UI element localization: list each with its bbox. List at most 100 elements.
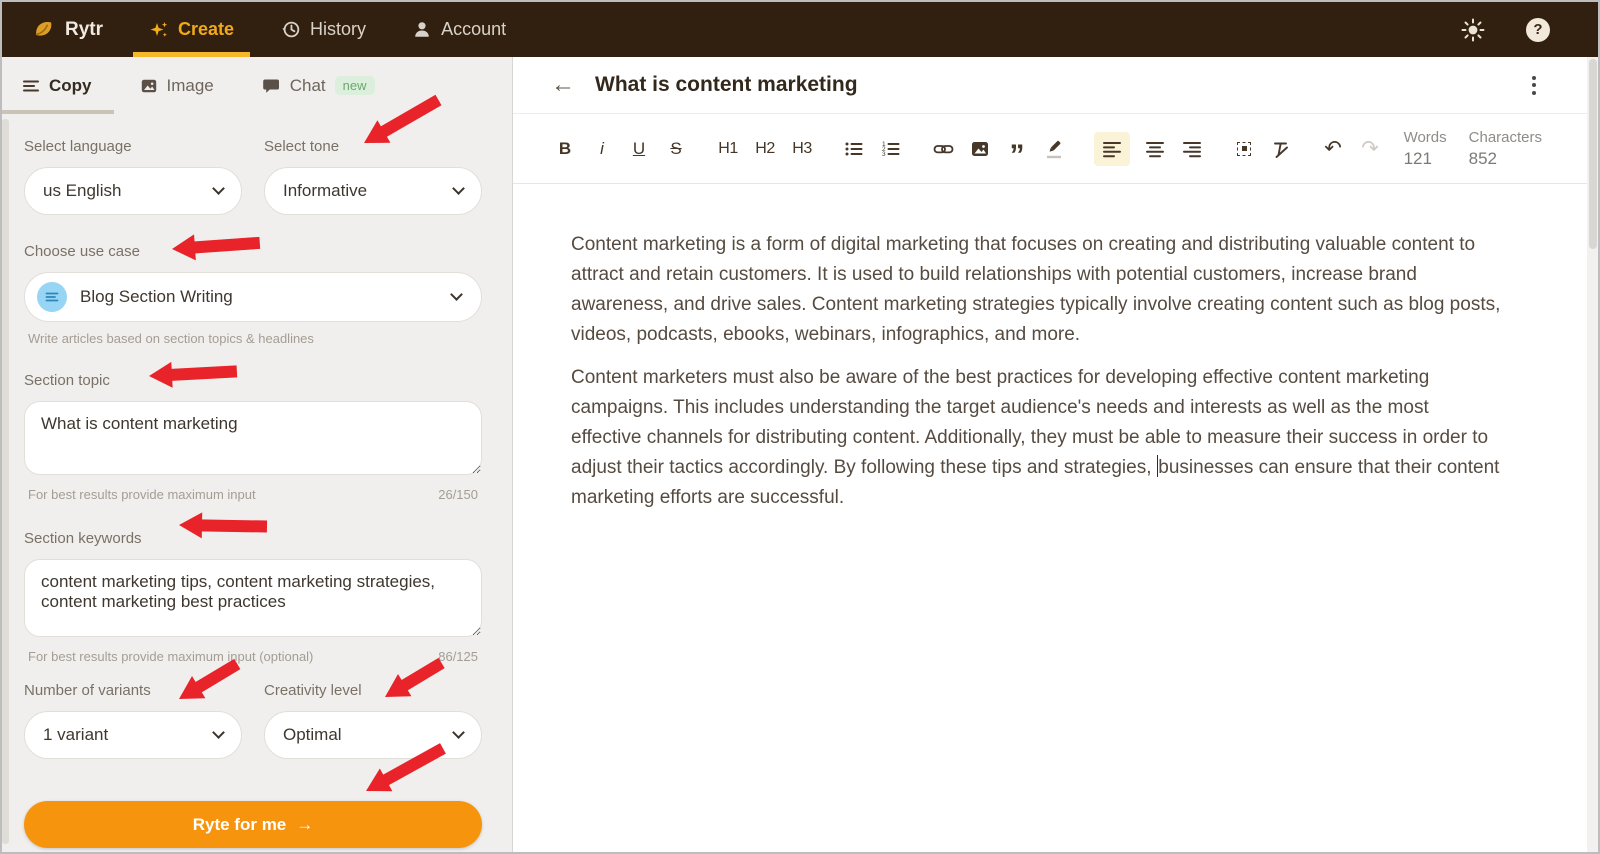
top-navbar: Rytr Create History Account ?: [2, 2, 1598, 57]
creativity-select[interactable]: Optimal: [264, 711, 482, 759]
nav-history-label: History: [310, 19, 367, 39]
redo-button[interactable]: ↷: [1358, 132, 1382, 166]
language-label: Select language: [24, 138, 132, 155]
topic-counter: 26/150: [438, 487, 478, 502]
generator-form: Select language us English Select tone I…: [2, 114, 512, 848]
image-icon: [140, 77, 158, 95]
editor-header: ← What is content marketing: [513, 57, 1598, 114]
language-select[interactable]: us English: [24, 167, 242, 215]
history-clock-icon: [280, 19, 301, 40]
ryte-for-me-button[interactable]: Ryte for me →: [24, 801, 482, 848]
tab-copy[interactable]: Copy: [22, 76, 92, 96]
creativity-value: Optimal: [283, 725, 342, 744]
tab-image-label: Image: [166, 75, 214, 95]
cta-label: Ryte for me: [192, 814, 287, 834]
chevron-down-icon: [212, 726, 225, 739]
chevron-down-icon: [452, 182, 465, 195]
back-button[interactable]: ←: [551, 73, 575, 97]
nav-item-history[interactable]: History: [280, 2, 366, 57]
sidebar-scrollbar[interactable]: [2, 119, 9, 844]
tone-value: Informative: [283, 181, 368, 200]
nav-item-create[interactable]: Create: [133, 2, 251, 57]
use-case-helper: Write articles based on section topics &…: [28, 331, 314, 346]
h3-button[interactable]: H3: [790, 132, 814, 166]
document-title: What is content marketing: [595, 73, 858, 96]
nav-create-label: Create: [178, 19, 235, 39]
kebab-menu-icon[interactable]: [1528, 72, 1540, 99]
select-all-button[interactable]: [1232, 132, 1256, 166]
paragraph-1: Content marketing is a form of digital m…: [571, 234, 1501, 345]
tone-select[interactable]: Informative: [264, 167, 482, 215]
help-button[interactable]: ?: [1526, 17, 1550, 42]
brand-home-link[interactable]: Rytr: [32, 2, 103, 57]
chevron-down-icon: [452, 726, 465, 739]
creativity-label: Creativity level: [264, 682, 362, 699]
text-lines-icon: [22, 77, 40, 95]
keywords-counter: 86/125: [438, 649, 478, 664]
ordered-list-button[interactable]: 123: [879, 132, 903, 166]
blockquote-button[interactable]: ”: [1005, 132, 1029, 170]
new-badge: new: [334, 76, 375, 95]
sparkles-icon: [149, 20, 169, 40]
editor-toolbar: B i U S H1 H2 H3 123 ” ↶ ↷ Words 121 Cha…: [513, 114, 1598, 184]
use-case-label: Choose use case: [24, 243, 140, 260]
bold-button[interactable]: B: [553, 132, 577, 166]
tone-label: Select tone: [264, 138, 340, 155]
text-color-pen-button[interactable]: [1042, 132, 1066, 166]
tab-image[interactable]: Image: [140, 76, 214, 96]
variants-label: Number of variants: [24, 682, 151, 699]
characters-count: 852: [1468, 148, 1498, 168]
editor-scrollbar[interactable]: [1587, 57, 1598, 852]
variants-select[interactable]: 1 variant: [24, 711, 242, 759]
underline-button[interactable]: U: [627, 132, 651, 166]
topic-input[interactable]: What is content marketing: [24, 401, 482, 475]
words-count: 121: [1403, 148, 1432, 168]
brand-name: Rytr: [65, 18, 104, 40]
topic-helper: For best results provide maximum input: [28, 487, 256, 502]
link-button[interactable]: [931, 132, 955, 166]
italic-button[interactable]: i: [590, 132, 614, 166]
variants-value: 1 variant: [43, 725, 109, 744]
align-center-button[interactable]: [1143, 132, 1167, 166]
align-right-button[interactable]: [1180, 132, 1204, 166]
insert-image-button[interactable]: [968, 132, 992, 166]
strikethrough-button[interactable]: S: [664, 132, 688, 166]
align-left-button[interactable]: [1094, 131, 1130, 166]
h2-button[interactable]: H2: [753, 132, 777, 166]
rytr-logo-icon: [32, 19, 56, 41]
svg-text:3: 3: [882, 151, 886, 158]
use-case-value: Blog Section Writing: [80, 287, 233, 306]
h1-button[interactable]: H1: [716, 132, 740, 166]
topic-label: Section topic: [24, 372, 110, 389]
tab-chat[interactable]: Chat new: [262, 76, 375, 96]
person-icon: [412, 20, 432, 40]
tab-copy-label: Copy: [49, 75, 92, 95]
clear-formatting-button[interactable]: [1269, 132, 1293, 166]
theme-toggle-sun-icon[interactable]: [1460, 17, 1486, 43]
editor-panel: ← What is content marketing B i U S H1 H…: [512, 57, 1598, 852]
document-stats: Words 121 Characters 852: [1404, 129, 1542, 169]
nav-account-label: Account: [441, 19, 507, 39]
bullet-list-button[interactable]: [842, 132, 866, 166]
arrow-right-icon: →: [296, 814, 314, 834]
help-glyph: ?: [1533, 21, 1543, 38]
nav-item-account[interactable]: Account: [412, 2, 506, 57]
chevron-down-icon: [212, 182, 225, 195]
sidebar: Copy Image Chat new Select language us E…: [2, 57, 512, 852]
sidebar-tabs: Copy Image Chat new: [2, 57, 512, 114]
paragraph-2: Content marketers must also be aware of …: [571, 367, 1500, 508]
language-value: us English: [43, 181, 122, 200]
keywords-helper: For best results provide maximum input (…: [28, 649, 314, 664]
editor-content[interactable]: Content marketing is a form of digital m…: [513, 184, 1598, 513]
scrollbar-thumb[interactable]: [1588, 59, 1597, 249]
undo-button[interactable]: ↶: [1321, 132, 1345, 166]
chat-bubble-icon: [262, 77, 281, 95]
use-case-select[interactable]: Blog Section Writing: [24, 272, 482, 322]
active-tab-underline: [2, 110, 114, 114]
characters-label: Characters: [1468, 128, 1542, 146]
keywords-label: Section keywords: [24, 530, 142, 547]
words-label: Words: [1403, 128, 1447, 146]
keywords-input[interactable]: content marketing tips, content marketin…: [24, 559, 482, 637]
app-window: Rytr Create History Account ? Copy Image…: [0, 0, 1600, 854]
chevron-down-icon: [450, 288, 463, 301]
